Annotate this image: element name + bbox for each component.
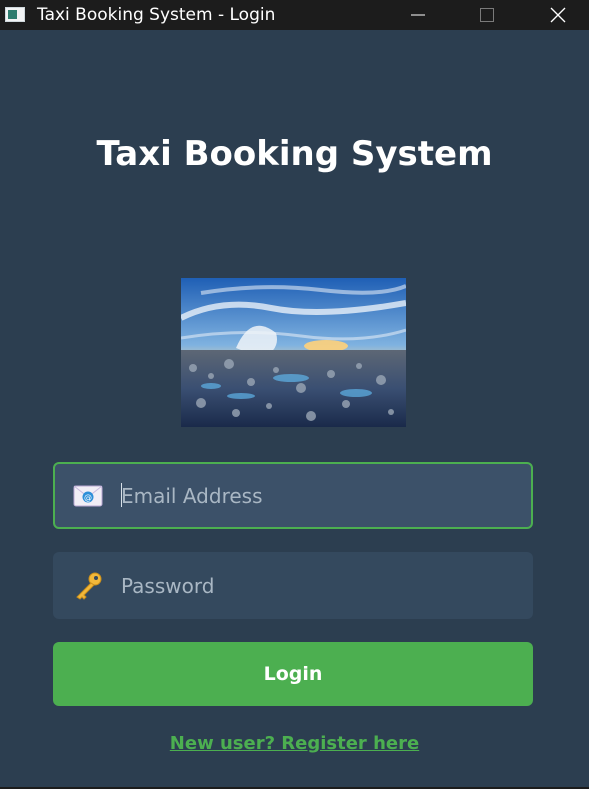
close-button[interactable] (535, 0, 581, 30)
svg-text:@: @ (84, 493, 92, 502)
password-input[interactable] (119, 572, 533, 599)
login-button[interactable]: Login (53, 642, 533, 706)
page-title: Taxi Booking System (96, 134, 493, 174)
close-icon (550, 7, 566, 23)
login-window: Taxi Booking System - Login Taxi Booking… (0, 0, 589, 789)
password-field-container[interactable] (53, 552, 533, 619)
app-icon (5, 7, 27, 23)
maximize-icon (480, 8, 494, 22)
email-field-container[interactable]: @ (53, 462, 533, 529)
email-input[interactable] (119, 482, 531, 509)
maximize-button[interactable] (464, 0, 510, 30)
minimize-icon (411, 14, 425, 16)
title-bar[interactable]: Taxi Booking System - Login (0, 0, 589, 30)
banner-image (181, 278, 406, 427)
register-link[interactable]: New user? Register here (0, 733, 589, 754)
text-caret (121, 483, 122, 507)
envelope-icon: @ (72, 483, 104, 509)
minimize-button[interactable] (395, 0, 441, 30)
key-icon (72, 572, 104, 600)
window-title: Taxi Booking System - Login (37, 5, 276, 25)
